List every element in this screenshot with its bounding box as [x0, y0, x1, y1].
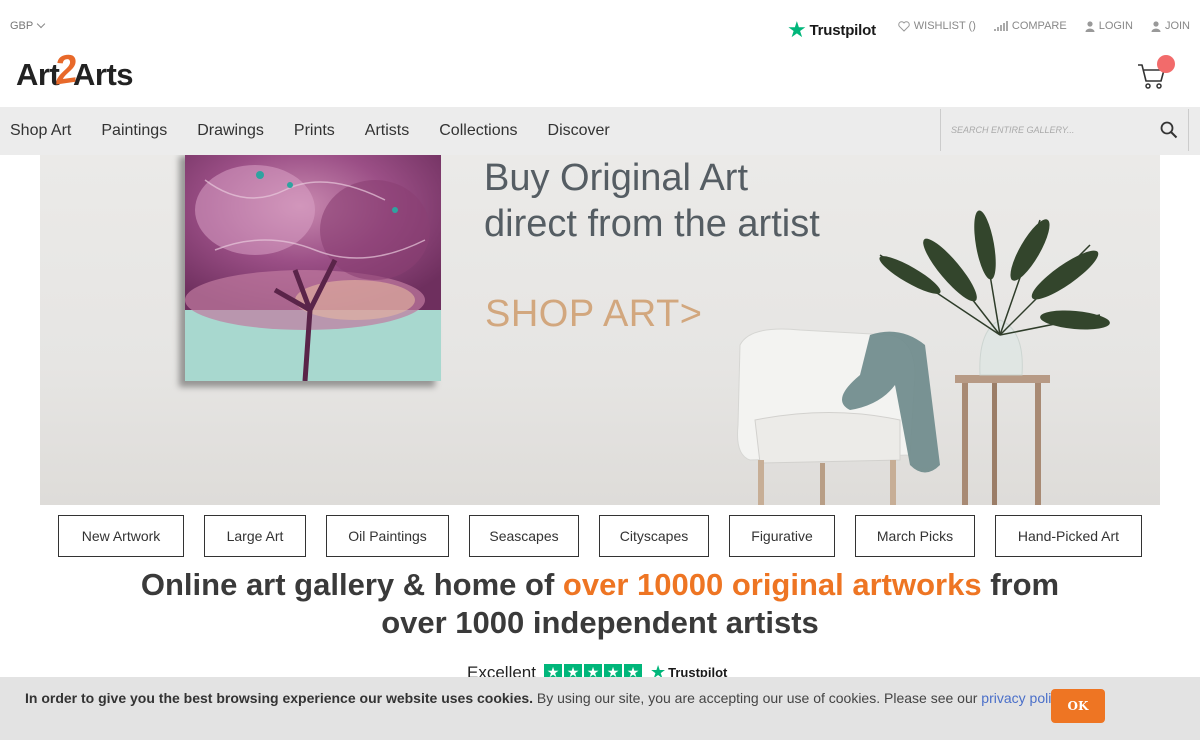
- search-input[interactable]: [941, 125, 1151, 135]
- category-buttons: New Artwork Large Art Oil Paintings Seas…: [58, 515, 1142, 557]
- main-nav: Shop Art Paintings Drawings Prints Artis…: [0, 107, 1200, 155]
- site-logo[interactable]: Art 2 Arts: [16, 47, 134, 94]
- headline-line1: Online art gallery & home of over 10000 …: [0, 566, 1200, 604]
- nav-item-shop-art[interactable]: Shop Art: [10, 122, 71, 140]
- compare-link[interactable]: COMPARE: [993, 20, 1067, 32]
- bars-icon: [993, 21, 1008, 31]
- nav-item-prints[interactable]: Prints: [294, 122, 335, 140]
- search-box: [940, 109, 1189, 151]
- cookie-ok-button[interactable]: OK: [1051, 689, 1105, 723]
- nav-item-artists[interactable]: Artists: [365, 122, 409, 140]
- shop-art-cta[interactable]: SHOP ART>: [485, 293, 702, 336]
- join-link[interactable]: JOIN: [1151, 20, 1190, 32]
- category-march-picks[interactable]: March Picks: [855, 515, 975, 557]
- category-figurative[interactable]: Figurative: [729, 515, 835, 557]
- login-link[interactable]: LOGIN: [1085, 20, 1133, 32]
- category-oil-paintings[interactable]: Oil Paintings: [326, 515, 449, 557]
- user-icon: [1085, 20, 1095, 32]
- hero-banner[interactable]: Buy Original Art direct from the artist …: [40, 155, 1160, 505]
- headline-part1: Online art gallery & home of: [140, 567, 563, 602]
- trustpilot-label: Trustpilot: [809, 21, 877, 39]
- hero-title-line1: Buy Original Art: [484, 157, 748, 199]
- headline-highlight: over 10000 original artworks: [562, 567, 982, 602]
- search-icon[interactable]: [1160, 121, 1178, 139]
- utility-links: WISHLIST () COMPARE LOGIN JOIN: [898, 20, 1190, 32]
- cookie-message-text: By using our site, you are accepting our…: [533, 690, 982, 706]
- currency-selector[interactable]: GBP: [10, 19, 46, 32]
- category-large-art[interactable]: Large Art: [204, 515, 306, 557]
- category-seascapes[interactable]: Seascapes: [469, 515, 579, 557]
- cart-button[interactable]: [1137, 55, 1175, 92]
- wishlist-label: WISHLIST (): [913, 20, 976, 32]
- headline-line2: over 1000 independent artists: [381, 605, 819, 640]
- nav-item-paintings[interactable]: Paintings: [101, 122, 167, 140]
- chevron-down-icon: [36, 19, 46, 29]
- logo-text-arts: Arts: [73, 56, 134, 92]
- hero-painting-image: [185, 155, 441, 381]
- category-new-artwork[interactable]: New Artwork: [58, 515, 184, 557]
- cookie-message-bold: In order to give you the best browsing e…: [25, 690, 534, 706]
- nav-item-collections[interactable]: Collections: [439, 122, 517, 140]
- currency-label: GBP: [10, 20, 34, 32]
- login-label: LOGIN: [1098, 20, 1133, 32]
- cookie-message: In order to give you the best browsing e…: [25, 690, 1068, 706]
- category-cityscapes[interactable]: Cityscapes: [599, 515, 709, 557]
- nav-items: Shop Art Paintings Drawings Prints Artis…: [10, 107, 610, 155]
- headline-part2: from: [981, 567, 1060, 602]
- compare-label: COMPARE: [1011, 20, 1067, 32]
- trustpilot-header-logo[interactable]: ★ Trustpilot: [787, 19, 876, 41]
- cart-badge: [1157, 55, 1175, 73]
- nav-item-drawings[interactable]: Drawings: [197, 122, 264, 140]
- page: GBP ★ Trustpilot WISHLIST () COMPARE LOG…: [0, 0, 1200, 740]
- category-hand-picked-art[interactable]: Hand-Picked Art: [995, 515, 1142, 557]
- gallery-headline: Online art gallery & home of over 10000 …: [0, 566, 1200, 642]
- cookie-banner: In order to give you the best browsing e…: [0, 677, 1200, 740]
- hero-furniture-image: [737, 210, 1110, 505]
- nav-item-discover[interactable]: Discover: [548, 122, 610, 140]
- user-icon: [1151, 20, 1161, 32]
- logo-text-2: 2: [52, 46, 80, 94]
- trustpilot-star-icon: ★: [787, 17, 807, 42]
- join-label: JOIN: [1164, 20, 1190, 32]
- heart-icon: [898, 20, 910, 32]
- wishlist-link[interactable]: WISHLIST (): [898, 20, 976, 32]
